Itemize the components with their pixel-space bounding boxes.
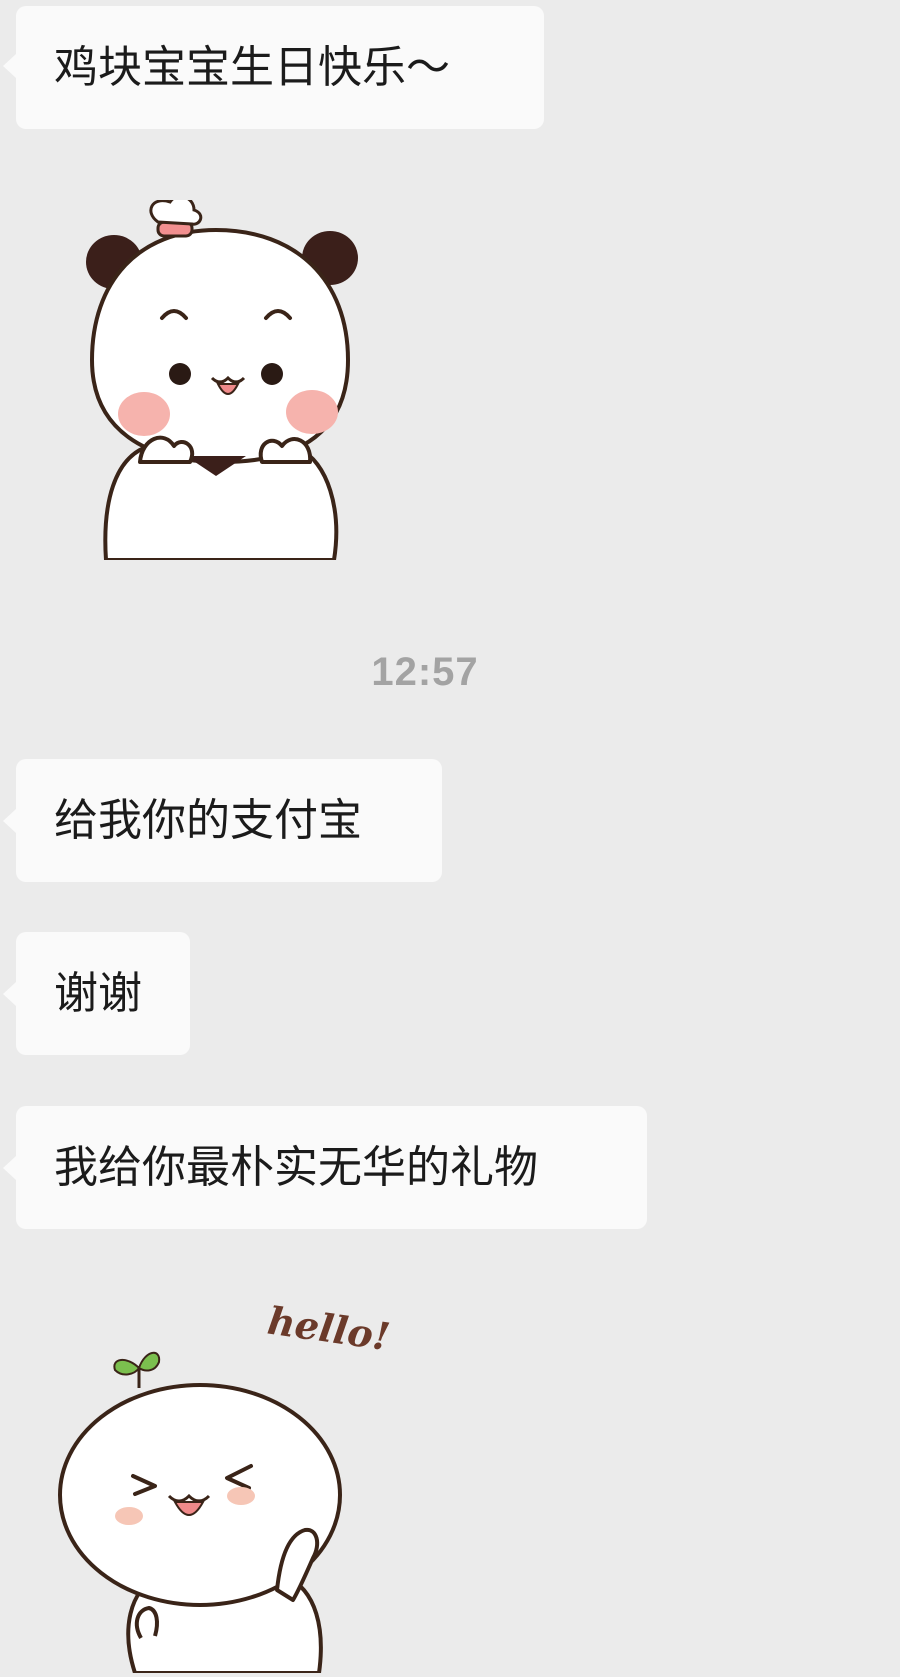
message-text: 给我你的支付宝 — [54, 794, 362, 846]
message-text: 鸡块宝宝生日快乐～ — [54, 41, 450, 93]
message-text: 我给你最朴实无华的礼物 — [54, 1141, 538, 1193]
message-bubble[interactable]: 我给你最朴实无华的礼物 — [3, 1106, 647, 1229]
sprout-hello-sticker[interactable]: hello! — [55, 1290, 415, 1675]
message-bubble[interactable]: 鸡块宝宝生日快乐～ — [3, 6, 544, 129]
sticker-caption: hello! — [265, 1298, 393, 1360]
message-bubble[interactable]: 给我你的支付宝 — [3, 759, 442, 882]
message-text: 谢谢 — [54, 967, 142, 1019]
sprout-character-icon: hello! — [58, 1298, 393, 1675]
timestamp: 12:57 — [371, 650, 479, 694]
panda-sticker-icon — [86, 194, 358, 562]
panda-sticker[interactable] — [66, 194, 376, 562]
message-bubble[interactable]: 谢谢 — [3, 932, 190, 1055]
chat-area[interactable]: 鸡块宝宝生日快乐～ 12:57 给我你的支付宝 谢谢 我给你最朴实无华的礼物 h… — [0, 0, 900, 1675]
